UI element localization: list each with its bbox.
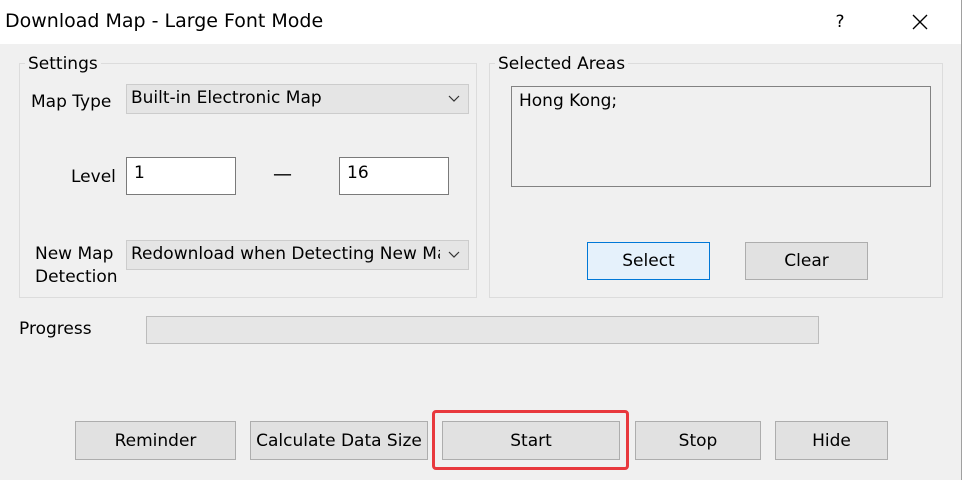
- selected-area-item: Hong Kong;: [519, 91, 618, 111]
- map-type-value: Built-in Electronic Map: [131, 88, 322, 108]
- stop-button[interactable]: Stop: [635, 421, 761, 460]
- help-icon: ?: [835, 12, 845, 32]
- reminder-button[interactable]: Reminder: [75, 421, 236, 460]
- hide-button[interactable]: Hide: [775, 421, 888, 460]
- clear-button[interactable]: Clear: [745, 242, 868, 280]
- level-to-input[interactable]: 16: [339, 157, 449, 195]
- selected-areas-group-title: Selected Areas: [495, 54, 629, 74]
- help-button[interactable]: ?: [818, 0, 862, 44]
- new-map-detection-value: Redownload when Detecting New Maps: [131, 244, 468, 264]
- calculate-data-size-button[interactable]: Calculate Data Size: [250, 421, 428, 460]
- select-button[interactable]: Select: [587, 242, 710, 280]
- settings-group-title: Settings: [25, 54, 101, 74]
- start-button[interactable]: Start: [442, 421, 620, 460]
- progress-label: Progress: [19, 319, 92, 339]
- level-from-input[interactable]: 1: [126, 157, 236, 195]
- level-range-separator: —: [273, 163, 292, 185]
- chevron-down-icon: [440, 241, 468, 269]
- progress-bar: [146, 316, 819, 344]
- selected-areas-list[interactable]: Hong Kong;: [511, 86, 931, 187]
- close-icon: [912, 14, 928, 30]
- new-map-detection-select[interactable]: Redownload when Detecting New Maps: [126, 240, 469, 270]
- new-map-detection-label-line1: New Map: [35, 244, 114, 264]
- level-label: Level: [71, 167, 116, 187]
- map-type-label: Map Type: [31, 92, 112, 112]
- close-button[interactable]: [898, 0, 942, 44]
- level-from-value: 1: [134, 163, 145, 183]
- new-map-detection-label-line2: Detection: [35, 267, 118, 287]
- chevron-down-icon: [440, 85, 468, 113]
- map-type-select[interactable]: Built-in Electronic Map: [126, 84, 469, 114]
- window-title: Download Map - Large Font Mode: [5, 10, 324, 32]
- download-map-dialog: Download Map - Large Font Mode ? Setting…: [0, 0, 962, 480]
- level-to-value: 16: [347, 163, 369, 183]
- title-bar: Download Map - Large Font Mode ?: [0, 0, 961, 44]
